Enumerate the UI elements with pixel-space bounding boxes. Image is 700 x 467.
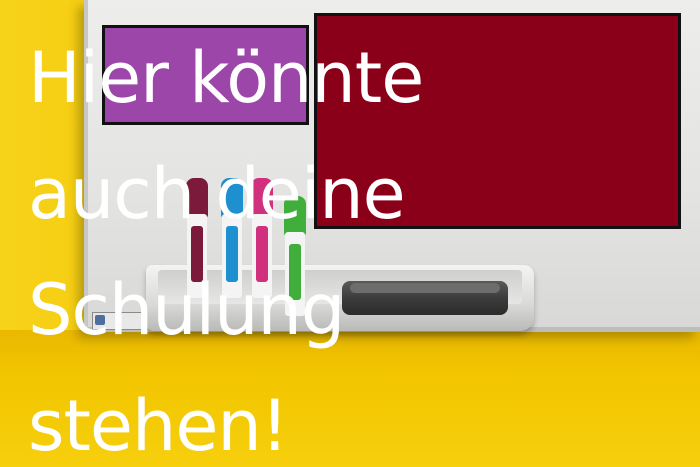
headline-text: Hier könnte auch deine Schulung stehen! xyxy=(28,37,424,467)
banner-image: Hier könnte auch deine Schulung stehen! xyxy=(0,0,700,467)
